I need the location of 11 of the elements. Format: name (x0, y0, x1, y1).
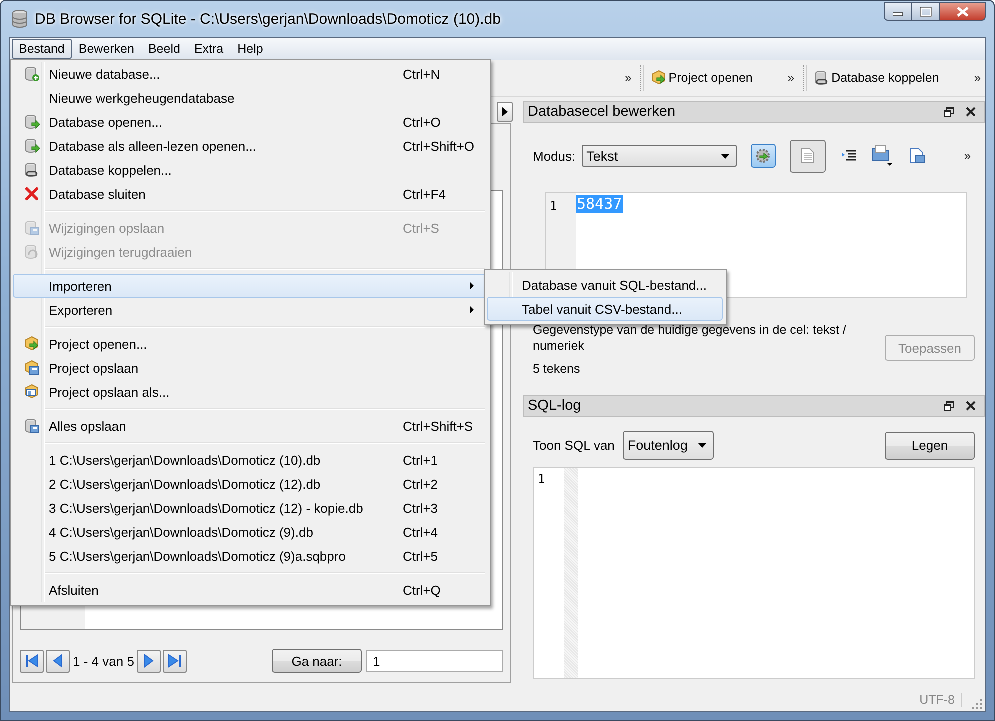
dock-title: Databasecel bewerken (528, 104, 676, 120)
encoding-label: UTF-8 (920, 693, 962, 707)
dock-title: SQL-log (528, 398, 582, 414)
source-label: Toon SQL van (533, 438, 615, 453)
window-title: DB Browser for SQLite - C:\Users\gerjan\Downloads\Domoticz (10).db (35, 10, 501, 28)
page-range-text: 1 - 4 van 5 (72, 654, 136, 668)
line-number: 1 (537, 471, 546, 488)
selected-text: 58437 (576, 195, 624, 213)
mode-label: Modus: (533, 148, 576, 164)
data-type-text: Gegevenstype van de huidige gegevens in de cel: tekst / numeriek (533, 322, 848, 354)
character-count: 5 tekens (533, 361, 582, 377)
